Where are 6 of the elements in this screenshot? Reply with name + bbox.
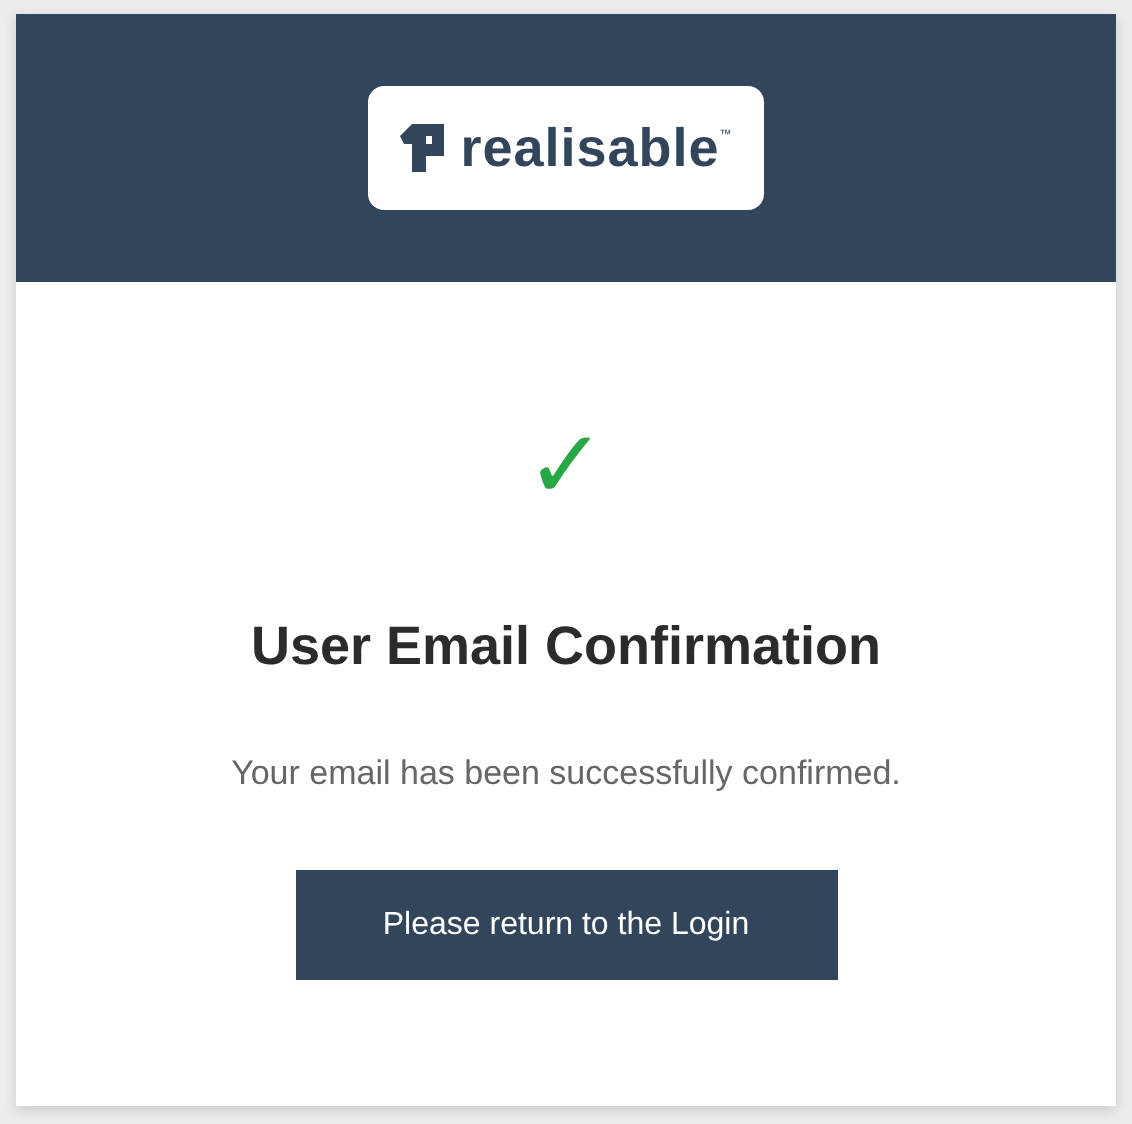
page-title: User Email Confirmation	[250, 614, 882, 680]
logo-icon	[400, 124, 445, 172]
logo-wordmark: realisable	[460, 121, 720, 175]
checkmark-icon: ✓	[525, 418, 607, 514]
confirmation-message: Your email has been successfully confirmed.	[231, 751, 901, 796]
return-to-login-button[interactable]: Please return to the Login	[295, 870, 837, 981]
